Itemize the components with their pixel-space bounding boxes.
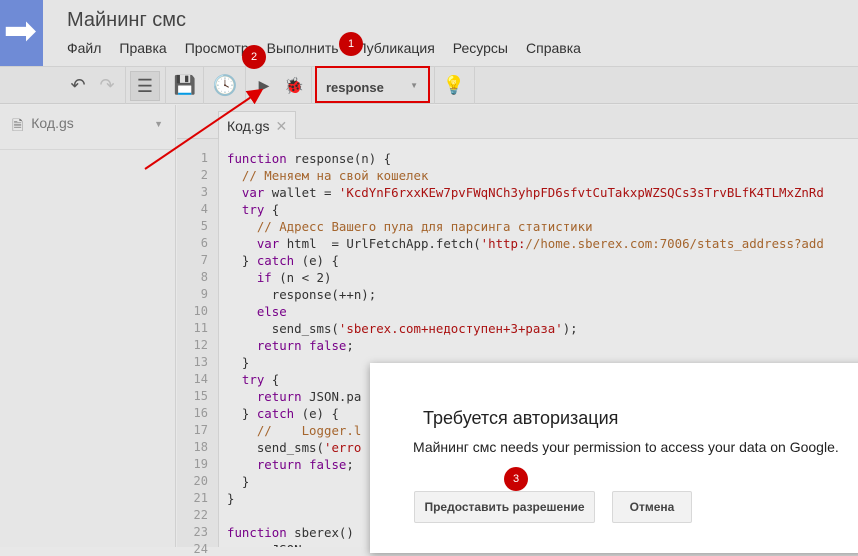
annotation-badge-1: 1 bbox=[339, 32, 363, 56]
annotation-arrow bbox=[144, 88, 264, 170]
annotation-badge-3: 3 bbox=[504, 467, 528, 491]
annotation-badge-2: 2 bbox=[242, 45, 266, 69]
